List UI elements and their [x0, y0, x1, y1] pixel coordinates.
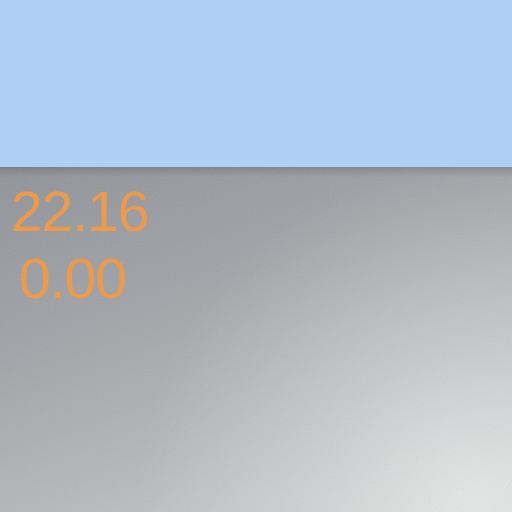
readout-value-2: 0.00	[19, 247, 127, 311]
readout-separator: :	[0, 180, 2, 244]
readout-panel: :22.16 0.00	[0, 167, 512, 512]
sky-background	[0, 0, 512, 167]
readout-line-1: :22.16	[0, 184, 149, 241]
readout-value-1: 22.16	[10, 180, 150, 244]
readout-line-2: 0.00	[19, 251, 127, 308]
